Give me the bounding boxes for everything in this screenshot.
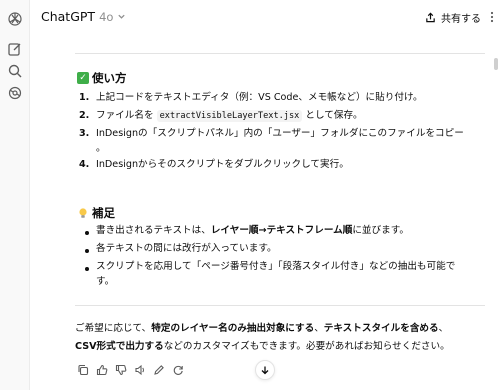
share-label: 共有する (441, 14, 481, 25)
step-item: InDesignの「スクリプトパネル」内の「ユーザー」フォルダにこのファイルをコ… (96, 128, 464, 139)
arrow-down-icon (261, 366, 269, 375)
model-version: 4o (99, 9, 114, 24)
closing-bold: テキストスタイルを含める (323, 323, 439, 334)
closing-bold: CSV形式で出力する (75, 341, 164, 352)
note-item: 各テキストの間には改行が入っています。 (96, 243, 277, 254)
chevron-down-icon (118, 14, 126, 19)
search-icon[interactable] (7, 63, 23, 79)
edit-icon[interactable] (153, 364, 165, 376)
bullet-dot (85, 249, 89, 253)
step-item: 上記コードをテキストエディタ（例：VS Code、メモ帳など）に貼り付け。 (96, 92, 423, 103)
usage-heading: ✓ 使い方 (77, 70, 127, 86)
step-item: InDesignからそのスクリプトをダブルクリックして実行。 (96, 159, 349, 170)
closing-line-1: ご希望に応じて、特定のレイヤー名のみ抽出対象にする、テキストスタイルを含める、 (75, 321, 448, 337)
model-selector[interactable]: ChatGPT 4o (41, 9, 126, 24)
check-mark-icon: ✓ (77, 72, 89, 84)
note-item-continuation: す。 (96, 276, 115, 287)
step-item-continuation: 。 (96, 143, 106, 154)
scrollbar-thumb[interactable] (494, 58, 498, 70)
notes-heading: 補足 (77, 205, 115, 221)
note-item: スクリプトを応用して「ページ番号付き」「段落スタイル付き」などの抽出も可能で (96, 261, 456, 272)
note-text: 書き出されるテキストは、 (96, 225, 211, 236)
step-item: ファイル名を extractVisibleLayerText.jsx として保存… (96, 109, 363, 123)
inline-code: extractVisibleLayerText.jsx (156, 110, 303, 122)
step-number: 3. (79, 128, 90, 139)
regenerate-icon[interactable] (172, 364, 184, 376)
bullet-dot (85, 267, 89, 271)
closing-text: などのカスタマイズもできます。必要があればお知らせください。 (163, 341, 450, 352)
sidebar-rail (0, 0, 30, 390)
note-item: 書き出されるテキストは、レイヤー順→テキストフレーム順に並びます。 (96, 224, 409, 238)
chat-message-area: ✓ 使い方 1. 上記コードをテキストエディタ（例：VS Code、メモ帳など）… (30, 34, 500, 390)
explore-gpts-icon[interactable] (7, 85, 23, 101)
top-header: ChatGPT 4o 共有する (30, 0, 500, 34)
scroll-to-bottom-button[interactable] (255, 360, 275, 380)
upload-icon (426, 12, 435, 23)
share-button[interactable]: 共有する (420, 7, 486, 28)
read-aloud-icon[interactable] (134, 364, 146, 376)
divider (75, 53, 485, 54)
more-options-icon[interactable] (486, 9, 498, 23)
new-chat-icon[interactable] (7, 41, 23, 57)
bullet-dot (85, 231, 89, 235)
note-text: に並びます。 (352, 225, 409, 236)
note-bold: レイヤー順→テキストフレーム順 (210, 225, 353, 236)
openai-logo-icon[interactable] (7, 11, 23, 27)
closing-line-2: CSV形式で出力するなどのカスタマイズもできます。必要があればお知らせください。 (75, 339, 450, 355)
divider (75, 305, 485, 306)
step-number: 4. (79, 159, 90, 170)
model-name: ChatGPT (41, 9, 96, 24)
step-text: ファイル名を (96, 110, 157, 121)
usage-title: 使い方 (92, 71, 127, 85)
notes-title: 補足 (92, 206, 115, 220)
message-actions (77, 364, 184, 376)
thumbs-down-icon[interactable] (115, 364, 127, 376)
step-number: 1. (79, 92, 90, 103)
step-number: 2. (79, 110, 90, 121)
closing-text: 、 (438, 323, 449, 334)
step-text: として保存。 (302, 110, 363, 121)
copy-icon[interactable] (77, 364, 89, 376)
closing-bold: 特定のレイヤー名のみ抽出対象にする (151, 323, 315, 334)
lightbulb-icon (79, 208, 87, 218)
closing-text: 、 (314, 323, 324, 334)
thumbs-up-icon[interactable] (96, 364, 108, 376)
closing-text: ご希望に応じて、 (75, 323, 152, 334)
